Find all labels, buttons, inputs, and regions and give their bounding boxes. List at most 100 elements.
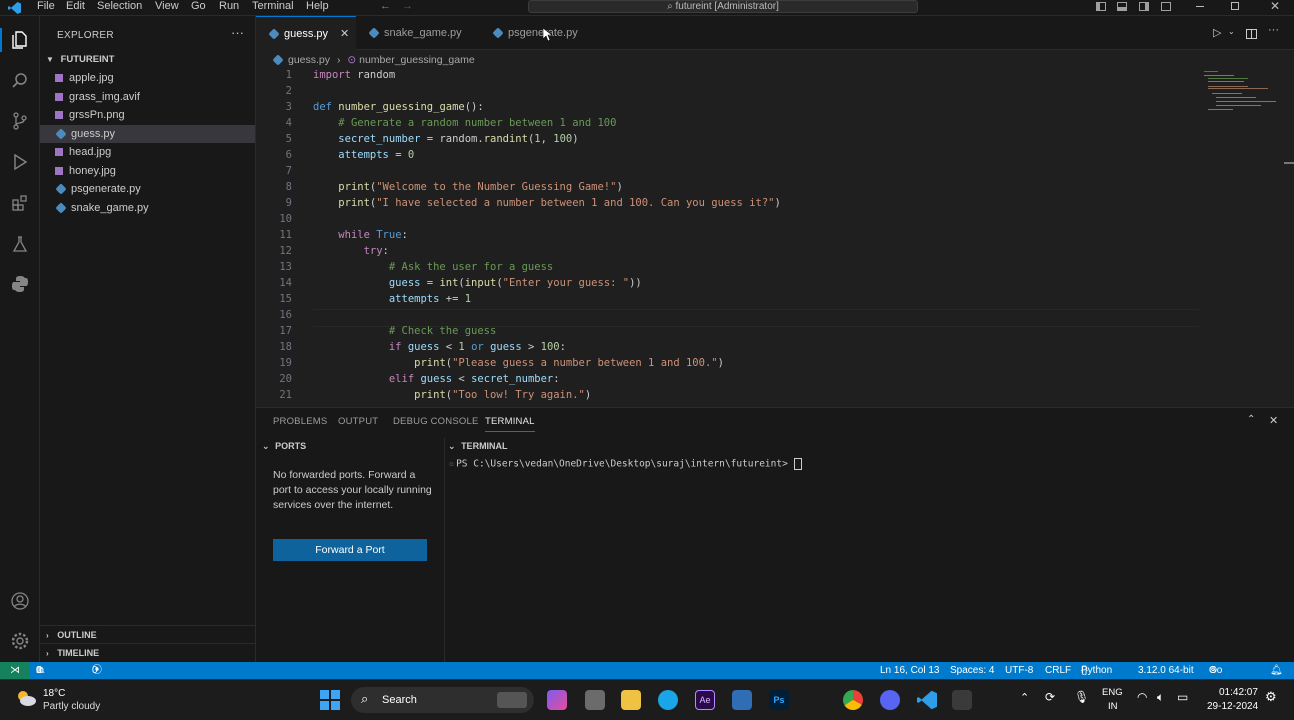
tab-output[interactable]: OUTPUT	[338, 416, 378, 427]
search-icon[interactable]	[10, 71, 30, 91]
split-editor-icon[interactable]	[1246, 29, 1257, 39]
volume-icon[interactable]: 🔈︎	[1157, 690, 1164, 705]
minimap[interactable]	[1204, 69, 1282, 119]
file-psgenerate-py[interactable]: psgenerate.py	[40, 180, 255, 198]
accounts-icon[interactable]	[10, 591, 30, 611]
encoding[interactable]: UTF-8	[1005, 662, 1033, 679]
file-label: grssPn.png	[69, 109, 125, 121]
discord-icon[interactable]	[880, 690, 900, 710]
chevron-down-icon[interactable]: ⌄	[1228, 27, 1235, 36]
breadcrumb-file[interactable]: guess.py	[288, 54, 330, 66]
ports-header[interactable]: ⌄ PORTS	[262, 441, 306, 452]
menu-go[interactable]: Go	[191, 0, 206, 12]
after-effects-icon[interactable]: Ae	[695, 690, 715, 710]
toggle-panel-icon[interactable]	[1117, 2, 1127, 11]
menu-selection[interactable]: Selection	[97, 0, 142, 12]
clock-time[interactable]: 01:42:07	[1219, 687, 1258, 698]
close-tab-icon[interactable]: ✕	[340, 17, 349, 51]
warning-count: 0	[36, 665, 42, 676]
tab-debug-console[interactable]: DEBUG CONSOLE	[393, 416, 478, 427]
testing-flask-icon[interactable]	[10, 234, 30, 254]
menu-help[interactable]: Help	[306, 0, 329, 12]
file-explorer-icon[interactable]	[621, 690, 641, 710]
command-center-search[interactable]: ⌕ futureint [Administrator]	[528, 0, 918, 13]
indentation[interactable]: Spaces: 4	[950, 662, 994, 679]
file-guess-py[interactable]: guess.py	[40, 125, 255, 143]
terminal-header[interactable]: ⌄ TERMINAL	[448, 441, 508, 452]
cursor-position[interactable]: Ln 16, Col 13	[880, 662, 940, 679]
file-honey-jpg[interactable]: honey.jpg	[40, 162, 255, 180]
vscode-taskbar-icon[interactable]	[917, 690, 937, 710]
file-apple-jpg[interactable]: apple.jpg	[40, 69, 255, 87]
settings-gear-icon[interactable]	[10, 631, 30, 651]
explorer-icon[interactable]	[10, 30, 30, 50]
tab-terminal[interactable]: TERMINAL	[485, 416, 535, 432]
tab-problems[interactable]: PROBLEMS	[273, 416, 327, 427]
wifi-icon[interactable]: ◠	[1137, 690, 1147, 704]
hidden-icons-chevron-icon[interactable]: ⌃	[1020, 691, 1029, 704]
calculator-app-icon[interactable]	[732, 690, 752, 710]
file-snake-game-py[interactable]: snake_game.py	[40, 199, 255, 217]
menu-edit[interactable]: Edit	[66, 0, 85, 12]
weather-icon[interactable]	[15, 689, 37, 707]
run-python-file-icon[interactable]: ▷	[1213, 26, 1221, 39]
copilot-icon[interactable]	[547, 690, 567, 710]
input-language[interactable]: ENG	[1102, 687, 1123, 698]
minimize-icon[interactable]	[1196, 6, 1204, 7]
task-view-icon[interactable]	[585, 690, 605, 710]
folder-futureint[interactable]: ▼ FUTUREINT	[40, 51, 255, 69]
chevron-down-icon: ▼	[46, 55, 54, 64]
breadcrumb-symbol[interactable]: number_guessing_game	[359, 54, 475, 66]
file-grass-img-avif[interactable]: grass_img.avif	[40, 88, 255, 106]
more-actions-icon[interactable]: ···	[1268, 24, 1279, 36]
edge-browser-icon[interactable]	[658, 690, 678, 710]
more-actions-icon[interactable]: ···	[231, 25, 244, 40]
outline-section[interactable]: › OUTLINE	[40, 625, 255, 644]
back-arrow-icon[interactable]: ←	[380, 0, 391, 12]
toggle-sidebar-icon[interactable]	[1096, 2, 1106, 11]
menu-file[interactable]: File	[37, 0, 55, 12]
menu-terminal[interactable]: Terminal	[252, 0, 294, 12]
menu-run[interactable]: Run	[219, 0, 239, 12]
recording-app-icon[interactable]	[952, 690, 972, 710]
windows-start-icon[interactable]	[320, 690, 340, 710]
input-region[interactable]: IN	[1108, 701, 1118, 712]
microphone-icon[interactable]: 🎙︎	[1074, 690, 1089, 704]
menu-view[interactable]: View	[155, 0, 179, 12]
extensions-icon[interactable]	[10, 193, 30, 213]
maximize-panel-icon[interactable]: ⌃	[1247, 414, 1255, 425]
forward-arrow-icon[interactable]: →	[402, 0, 413, 12]
file-grsspn-png[interactable]: grssPn.png	[40, 106, 255, 124]
customize-layout-icon[interactable]	[1161, 2, 1171, 11]
file-label: honey.jpg	[69, 165, 116, 177]
forward-port-button[interactable]: Forward a Port	[273, 539, 427, 561]
close-panel-icon[interactable]: ✕	[1269, 414, 1278, 427]
toggle-secondary-sidebar-icon[interactable]	[1139, 2, 1149, 11]
chrome-icon[interactable]	[843, 690, 863, 710]
tab-guess-py[interactable]: guess.py ✕	[256, 16, 356, 50]
battery-icon[interactable]: ▭	[1177, 690, 1188, 704]
chevron-right-icon: ›	[46, 649, 49, 658]
notifications-bell-icon[interactable]: 🔔︎	[1270, 662, 1283, 679]
run-debug-icon[interactable]	[10, 152, 30, 172]
source-control-icon[interactable]	[10, 111, 30, 131]
photoshop-icon[interactable]: Ps	[769, 690, 789, 710]
tab-psgenerate-py[interactable]: psgenerate.py	[480, 16, 590, 50]
file-head-jpg[interactable]: head.jpg	[40, 143, 255, 161]
python-interpreter[interactable]: 3.12.0 64-bit	[1138, 662, 1194, 679]
maximize-icon[interactable]	[1231, 2, 1239, 10]
image-file-icon	[55, 165, 69, 177]
sync-icon[interactable]: ⟳	[1045, 690, 1055, 704]
tab-snake-game-py[interactable]: snake_game.py	[356, 16, 480, 50]
line-ending[interactable]: CRLF	[1045, 662, 1071, 679]
taskbar-search[interactable]: ⌕ Search	[351, 687, 534, 713]
terminal-view[interactable]: ⌄ TERMINAL ○ PS C:\Users\vedan\OneDrive\…	[445, 438, 1293, 662]
python-icon[interactable]	[10, 274, 30, 294]
scrollbar-thumb[interactable]	[1284, 162, 1294, 164]
timeline-section[interactable]: › TIMELINE	[40, 643, 255, 662]
notification-center-icon[interactable]: ⚙︎	[1265, 689, 1277, 705]
clock-date[interactable]: 29-12-2024	[1207, 701, 1258, 712]
close-window-icon[interactable]: ✕	[1270, 0, 1280, 13]
remote-indicator-icon[interactable]: ⋊	[0, 662, 30, 679]
code-editor[interactable]: 1 2 3 4 5 6 7 8 9 10 11 12 13 14 15 16 1…	[256, 69, 1294, 407]
